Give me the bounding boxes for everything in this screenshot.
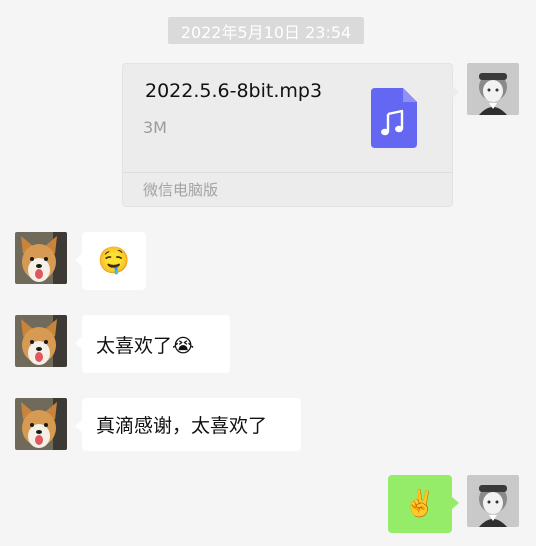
message-timestamp: 2022年5月10日 23:54 <box>168 17 364 44</box>
file-card-divider <box>123 172 452 173</box>
my-avatar[interactable] <box>467 63 519 115</box>
message-text: 真滴感谢，太喜欢了 <box>96 415 268 437</box>
my-avatar[interactable] <box>467 475 519 527</box>
message-text: 太喜欢了😭 <box>96 334 195 357</box>
file-name: 2022.5.6-8bit.mp3 <box>145 80 323 102</box>
heart-eyes-drool-emoji-icon: 🤤 <box>97 246 131 276</box>
contact-avatar[interactable] <box>15 315 67 367</box>
file-message-card[interactable]: 2022.5.6-8bit.mp3 3M 微信电脑版 <box>122 63 459 207</box>
music-file-icon <box>371 88 417 148</box>
file-size: 3M <box>143 118 167 137</box>
corgi-avatar-icon <box>15 398 67 450</box>
chat-bubble-text[interactable]: 真滴感谢，太喜欢了 <box>75 398 301 451</box>
corgi-avatar-icon <box>15 232 67 284</box>
victory-hand-emoji-icon: ✌️ <box>403 489 437 519</box>
file-source-label: 微信电脑版 <box>143 181 219 199</box>
contact-avatar[interactable] <box>15 398 67 450</box>
corgi-avatar-icon <box>15 315 67 367</box>
chat-bubble-emoji-sent[interactable]: ✌️ <box>388 475 459 533</box>
anime-girl-avatar-icon <box>467 475 519 527</box>
chat-bubble-emoji[interactable]: 🤤 <box>75 232 146 290</box>
chat-bubble-text[interactable]: 太喜欢了😭 <box>75 315 230 373</box>
contact-avatar[interactable] <box>15 232 67 284</box>
anime-girl-avatar-icon <box>467 63 519 115</box>
